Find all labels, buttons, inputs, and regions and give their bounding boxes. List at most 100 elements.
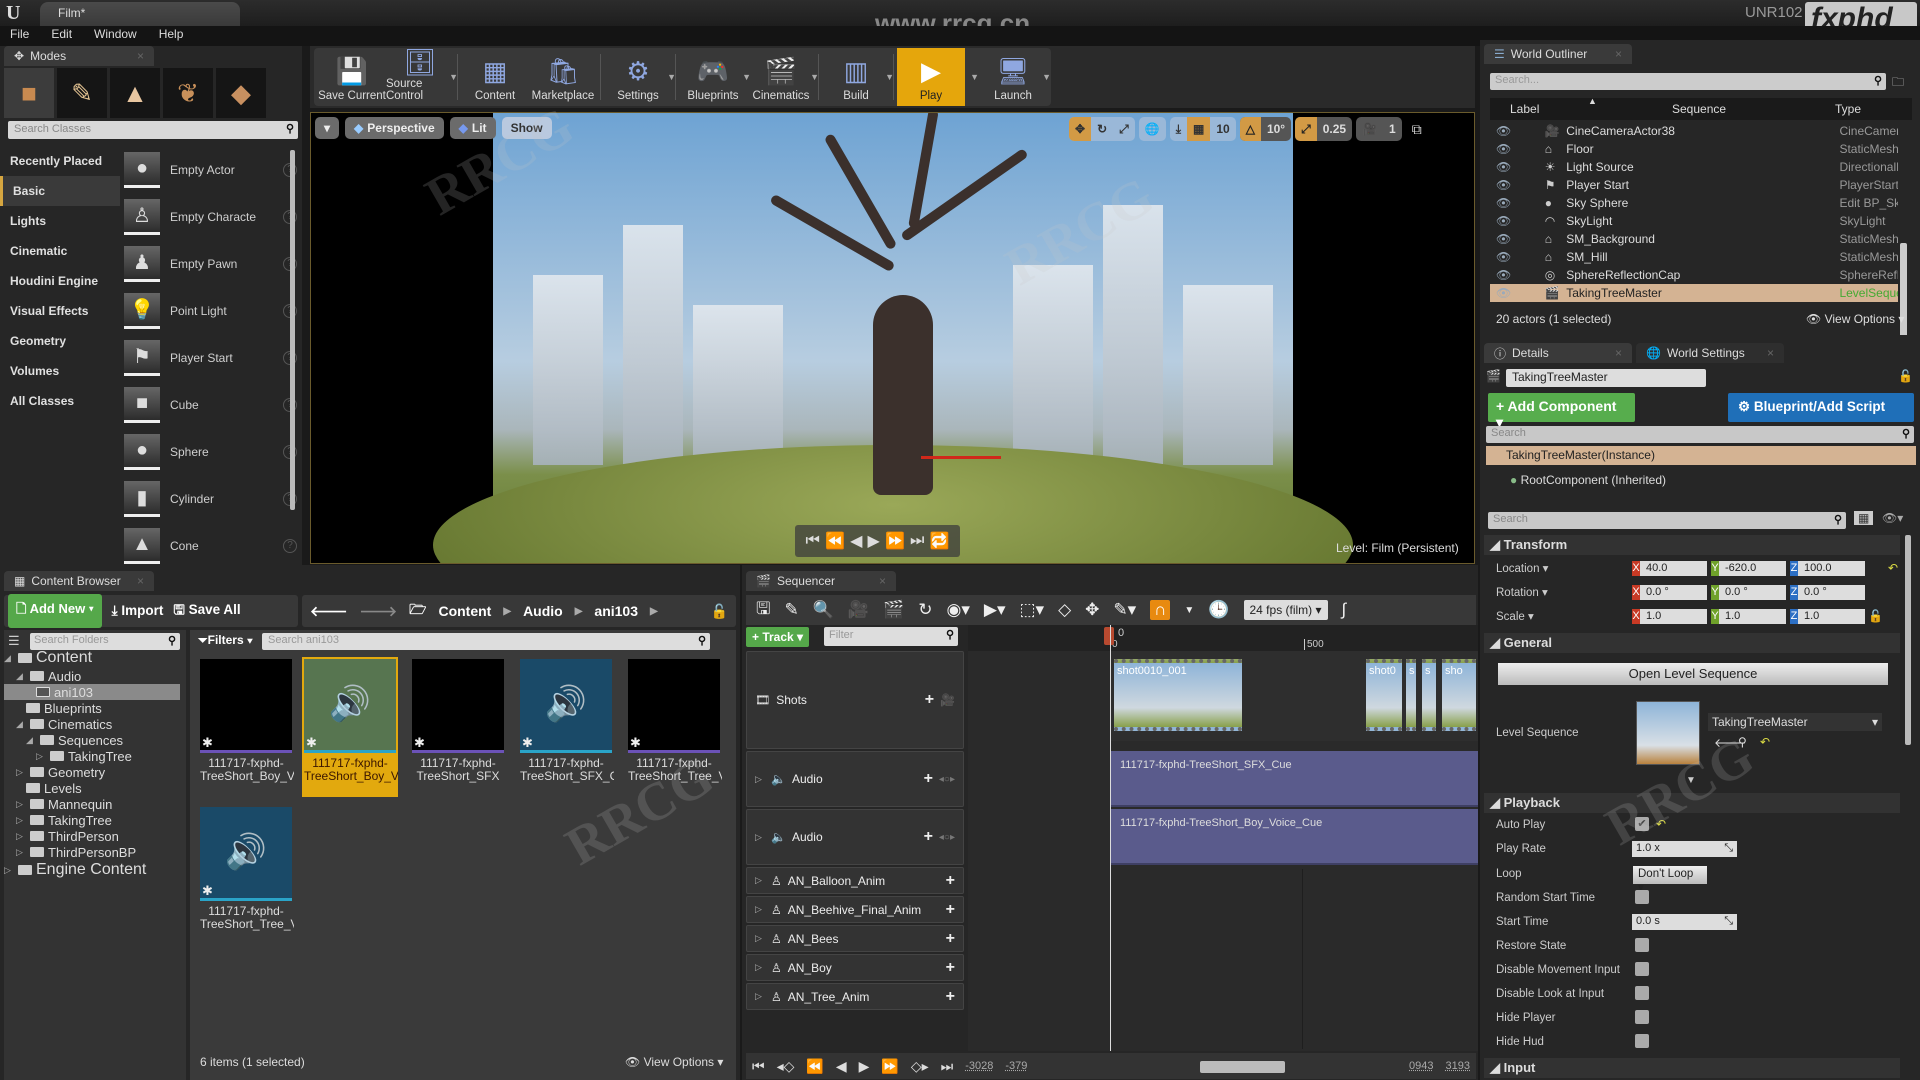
category-houdini-engine[interactable]: Houdini Engine xyxy=(0,266,120,296)
chevron-down-icon[interactable]: ▼ xyxy=(667,72,676,82)
track-shots[interactable]: 🎞 Shots + 🎥 xyxy=(746,651,964,749)
jump-end-icon[interactable]: ⏭ xyxy=(941,1058,954,1075)
transform-section-header[interactable]: ◢ Transform xyxy=(1484,535,1900,555)
actor-name-field[interactable]: TakingTreeMaster xyxy=(1506,369,1706,387)
root-component-row[interactable]: ● RootComponent (Inherited) xyxy=(1510,473,1666,487)
level-viewport[interactable]: ▾ ◆ Perspective ◆ Lit Show ✥ ↻ ⤢ 🌐 ⤓ ▦ 10 △ 10°… xyxy=(310,112,1475,564)
property-matrix-icon[interactable]: ▦ xyxy=(1854,511,1874,525)
camera-icon[interactable]: 🎥 xyxy=(848,600,869,620)
breadcrumb-content[interactable]: Content xyxy=(438,603,491,619)
menu-edit[interactable]: Edit xyxy=(51,27,72,45)
lit-button[interactable]: ◆ Lit xyxy=(449,117,496,139)
transform-gizmo-x[interactable] xyxy=(921,456,1001,459)
add-icon[interactable]: + xyxy=(946,872,955,890)
close-icon[interactable]: × xyxy=(1615,346,1622,360)
forward-arrow-icon[interactable]: 🡒 xyxy=(360,603,398,620)
save-current-button[interactable]: 💾 Save Current xyxy=(318,48,386,106)
track-audio[interactable]: ▷ 🔈 Audio + ◂○▸ xyxy=(746,809,964,865)
view-end-field[interactable]: 3193 xyxy=(1446,1060,1470,1072)
save-as-icon[interactable]: ✎ xyxy=(784,600,798,620)
launch-button[interactable]: 🖥 Launch ▼ xyxy=(979,48,1051,106)
scale-x-field[interactable]: X 1.0 xyxy=(1632,609,1707,624)
audio-section-sfx[interactable]: 111717-fxphd-TreeShort_SFX_Cue xyxy=(1110,751,1478,807)
content-button[interactable]: ▦ Content xyxy=(461,48,529,106)
step-back-icon[interactable]: ⏪ xyxy=(806,1058,823,1075)
help-icon[interactable]: ? xyxy=(283,538,297,553)
place-item-cylinder[interactable]: ▮Cylinder? xyxy=(124,475,297,522)
sequencer-tab[interactable]: 🎬 Sequencer × xyxy=(746,571,896,591)
outliner-row[interactable]: 👁🎥 CineCameraActor38 CineCamera xyxy=(1490,122,1898,140)
paint-mode-icon[interactable]: ✎ xyxy=(57,68,107,118)
menu-window[interactable]: Window xyxy=(94,27,137,45)
collapse-triangle-icon[interactable]: ▷ xyxy=(16,847,26,858)
timeline-area[interactable]: 0 0 500 shot0010_001 shot0 s s sho 11171… xyxy=(968,625,1478,1051)
chevron-down-icon[interactable]: ▼ xyxy=(1042,72,1051,82)
jump-start-icon[interactable]: ⏮ xyxy=(806,532,820,550)
translate-icon[interactable]: ✥ xyxy=(1069,117,1092,141)
play-icon[interactable]: ▶ xyxy=(859,1058,870,1075)
close-icon[interactable]: × xyxy=(137,574,144,588)
disable-look-checkbox[interactable] xyxy=(1635,986,1649,1000)
open-level-sequence-button[interactable]: Open Level Sequence xyxy=(1498,663,1888,685)
category-recently-placed[interactable]: Recently Placed xyxy=(0,146,120,176)
reverse-icon[interactable]: ◀ xyxy=(850,531,862,551)
add-icon[interactable]: + xyxy=(925,691,934,709)
expand-triangle-icon[interactable]: ◢ xyxy=(26,735,36,746)
close-icon[interactable]: × xyxy=(137,49,144,63)
category-cinematic[interactable]: Cinematic xyxy=(0,236,120,266)
outliner-search-input[interactable]: Search... ⚲ xyxy=(1490,73,1886,90)
working-end-field[interactable]: 0943 xyxy=(1409,1060,1433,1072)
track-anim[interactable]: ▷ ♙ AN_Balloon_Anim + xyxy=(746,867,964,894)
expand-triangle-icon[interactable]: ▷ xyxy=(755,933,765,944)
tree-folder-engine-content[interactable]: ▷ Engine Content xyxy=(4,861,146,878)
add-new-button[interactable]: 🗋 Add New ▾ xyxy=(8,594,102,628)
asset-tile[interactable]: ✱ 111717-fxphd-TreeShort_Tree_Voice xyxy=(626,657,722,797)
expand-triangle-icon[interactable]: ▷ xyxy=(755,962,765,973)
playhead-handle[interactable] xyxy=(1104,627,1114,645)
geometry-mode-icon[interactable]: ◆ xyxy=(216,68,266,118)
import-button[interactable]: ⤓ Import xyxy=(112,603,164,619)
input-section-header[interactable]: ◢ Input xyxy=(1484,1058,1900,1078)
visibility-eye-icon[interactable]: 👁 xyxy=(1490,214,1545,228)
playback-section-header[interactable]: ◢ Playback xyxy=(1484,793,1900,813)
timeline-scrollbar[interactable] xyxy=(1200,1061,1285,1073)
add-icon[interactable]: + xyxy=(946,959,955,977)
save-all-button[interactable]: 🖫 Save All xyxy=(173,600,240,623)
place-item-empty-actor[interactable]: ●Empty Actor? xyxy=(124,146,297,193)
random-start-time-checkbox[interactable] xyxy=(1635,890,1649,904)
start-time-field[interactable]: 0.0 s ⤡ xyxy=(1632,914,1737,930)
breadcrumb-separator-icon[interactable]: ▶ xyxy=(575,606,583,617)
outliner-row[interactable]: 👁● Sky Sphere Edit BP_Sky xyxy=(1490,194,1898,212)
expand-triangle-icon[interactable]: ◢ xyxy=(4,653,14,664)
selection-icon[interactable]: ⬚▾ xyxy=(1019,600,1044,620)
level-sequence-asset-picker[interactable]: TakingTreeMaster ▾ xyxy=(1708,713,1882,731)
column-sequence[interactable]: Sequence xyxy=(1672,102,1726,116)
surface-snap-icon[interactable]: ⤓ xyxy=(1170,117,1187,141)
modes-tab[interactable]: ✥ Modes × xyxy=(4,46,154,66)
blueprint-add-script-button[interactable]: ⚙ Blueprint/Add Script xyxy=(1728,393,1914,422)
back-arrow-icon[interactable]: 🡐 xyxy=(310,603,348,620)
prev-key-icon[interactable]: ◂◇ xyxy=(777,1058,795,1075)
visibility-eye-icon[interactable]: 👁 xyxy=(1490,232,1545,246)
key-all-icon[interactable]: ✥ xyxy=(1085,600,1099,620)
search-assets-input[interactable]: Search ani103 ⚲ xyxy=(262,633,710,650)
tree-folder-thirdpersonbp[interactable]: ▷ ThirdPersonBP xyxy=(16,844,136,860)
details-scrollbar[interactable] xyxy=(1905,535,1911,745)
edit-tool-icon[interactable]: ✎▾ xyxy=(1113,600,1136,620)
place-item-empty-pawn[interactable]: ♟Empty Pawn? xyxy=(124,240,297,287)
next-key-icon[interactable]: ◇▸ xyxy=(911,1058,929,1075)
outliner-row[interactable]: 👁⌂ SM_Background StaticMeshA xyxy=(1490,230,1898,248)
key-icon[interactable]: ◇ xyxy=(1058,600,1071,620)
tree-folder-audio[interactable]: ◢ Audio xyxy=(16,668,81,684)
track-anim[interactable]: ▷ ♙ AN_Tree_Anim + xyxy=(746,983,964,1010)
place-item-cone[interactable]: ▲ Cone? xyxy=(124,522,297,569)
reset-to-default-icon[interactable]: ↶ xyxy=(1760,735,1770,749)
category-volumes[interactable]: Volumes xyxy=(0,356,120,386)
visibility-eye-icon[interactable]: 👁 xyxy=(1490,160,1545,174)
scale-label[interactable]: Scale ▾ xyxy=(1496,609,1534,623)
place-item-sphere[interactable]: ●Sphere? xyxy=(124,428,297,475)
breadcrumb-separator-icon[interactable]: ▶ xyxy=(650,606,658,617)
perspective-button[interactable]: ◆ Perspective xyxy=(345,117,444,139)
search-icon[interactable]: 🔍 xyxy=(813,600,834,620)
outliner-row[interactable]: 👁⌂ Floor StaticMeshA xyxy=(1490,140,1898,158)
